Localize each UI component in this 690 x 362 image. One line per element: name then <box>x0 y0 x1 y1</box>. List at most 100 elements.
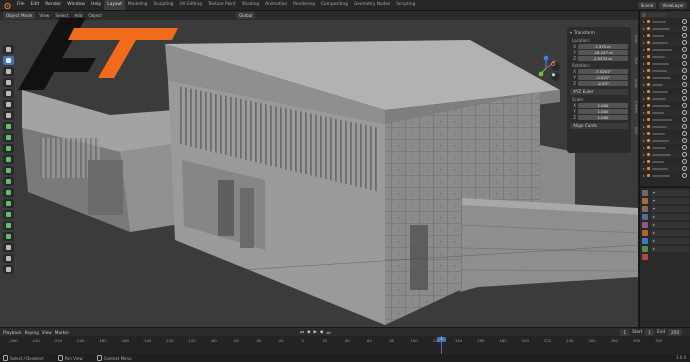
eye-icon[interactable] <box>682 173 687 178</box>
chevron-down-icon[interactable]: ▾ <box>570 30 572 35</box>
eye-icon[interactable] <box>682 124 687 129</box>
rotation-x-field[interactable]: -7.5191° <box>578 69 628 74</box>
tab-rendering[interactable]: Rendering <box>290 0 318 10</box>
outliner-row[interactable] <box>640 81 690 88</box>
poly-build-icon[interactable] <box>3 188 14 197</box>
eye-icon[interactable] <box>682 159 687 164</box>
outliner-row[interactable] <box>640 88 690 95</box>
menu-help[interactable]: Help <box>88 0 104 10</box>
eye-icon[interactable] <box>682 152 687 157</box>
outliner-row[interactable] <box>640 18 690 25</box>
knife-icon[interactable] <box>3 177 14 186</box>
tab-tool[interactable]: Tool <box>632 57 638 64</box>
prop-row[interactable]: ▾ <box>651 190 689 196</box>
outliner-row[interactable] <box>640 46 690 53</box>
menu-render[interactable]: Render <box>42 0 64 10</box>
zoom-icon[interactable] <box>551 62 560 71</box>
prop-row[interactable]: ▾ <box>651 198 689 204</box>
outliner-row[interactable] <box>640 130 690 137</box>
menu-window[interactable]: Window <box>64 0 88 10</box>
eye-icon[interactable] <box>682 54 687 59</box>
bevel-icon[interactable] <box>3 155 14 164</box>
cursor-icon[interactable] <box>3 45 14 54</box>
eye-icon[interactable] <box>682 40 687 45</box>
outliner-row[interactable] <box>640 102 690 109</box>
rotation-y-field[interactable]: -0.021° <box>578 75 628 80</box>
location-x-field[interactable]: 1.375 m <box>578 44 628 49</box>
timeline-menu-view[interactable]: View <box>42 330 52 335</box>
outliner-row[interactable] <box>640 172 690 179</box>
smooth-icon[interactable] <box>3 210 14 219</box>
outliner-row[interactable] <box>640 144 690 151</box>
tab-animation[interactable]: Animation <box>262 0 290 10</box>
eye-icon[interactable] <box>682 89 687 94</box>
eye-icon[interactable] <box>682 96 687 101</box>
rotation-mode-dropdown[interactable]: XYZ Euler <box>570 89 628 95</box>
tab-create[interactable]: Create <box>632 101 638 113</box>
eye-icon[interactable] <box>682 145 687 150</box>
scene-field[interactable]: Scene <box>637 1 657 9</box>
outliner-row[interactable] <box>640 53 690 60</box>
tab-shading[interactable]: Shading <box>239 0 262 10</box>
tab-edit[interactable]: Edit <box>632 127 638 134</box>
inset-icon[interactable] <box>3 144 14 153</box>
prop-row[interactable]: ▸ <box>651 214 689 220</box>
outliner-row[interactable] <box>640 25 690 32</box>
timeline-menu-keying[interactable]: Keying <box>25 330 39 335</box>
end-frame-field[interactable]: 250 <box>668 329 682 336</box>
scale-y-field[interactable]: 1.000 <box>578 109 628 114</box>
rip-icon[interactable] <box>3 254 14 263</box>
shrink-icon[interactable] <box>3 232 14 241</box>
extrude-icon[interactable] <box>3 133 14 142</box>
eye-icon[interactable] <box>682 61 687 66</box>
annotate-icon[interactable] <box>3 100 14 109</box>
outliner-row[interactable] <box>640 137 690 144</box>
loop-cut-icon[interactable] <box>3 166 14 175</box>
measure-icon[interactable] <box>3 111 14 120</box>
shear-icon[interactable] <box>3 243 14 252</box>
add-cube-icon[interactable] <box>3 122 14 131</box>
eye-icon[interactable] <box>682 47 687 52</box>
eye-icon[interactable] <box>682 33 687 38</box>
prop-row[interactable]: ▸ <box>651 222 689 228</box>
outliner-row[interactable] <box>640 95 690 102</box>
tab-modeling[interactable]: Modeling <box>125 0 151 10</box>
outliner-row[interactable] <box>640 60 690 67</box>
rotation-z-field[interactable]: -2.03° <box>578 81 628 86</box>
tab-texture-paint[interactable]: Texture Paint <box>205 0 239 10</box>
outliner[interactable] <box>639 11 690 186</box>
eye-icon[interactable] <box>682 68 687 73</box>
outliner-row[interactable] <box>640 123 690 130</box>
outliner-row[interactable] <box>640 67 690 74</box>
eye-icon[interactable] <box>682 75 687 80</box>
material-props-icon[interactable] <box>641 254 648 260</box>
output-props-icon[interactable] <box>641 206 648 212</box>
tab-scripting[interactable]: Scripting <box>393 0 418 10</box>
tab-view[interactable]: View <box>632 79 638 88</box>
scale-icon[interactable] <box>3 78 14 87</box>
tab-uv-editing[interactable]: UV Editing <box>177 0 205 10</box>
properties-editor[interactable]: ▾ ▾ ▾ ▸ ▸ ▸ ▸ ▸ <box>639 187 690 327</box>
filter-icon[interactable] <box>642 12 646 17</box>
outliner-search-input[interactable] <box>647 12 667 17</box>
tool-props-icon[interactable] <box>641 190 648 196</box>
modifier-props-icon[interactable] <box>641 238 648 244</box>
eye-icon[interactable] <box>682 117 687 122</box>
outliner-row[interactable] <box>640 158 690 165</box>
outliner-row[interactable] <box>640 32 690 39</box>
outliner-row[interactable] <box>640 116 690 123</box>
outliner-row[interactable] <box>640 74 690 81</box>
eye-icon[interactable] <box>682 138 687 143</box>
tab-compositing[interactable]: Compositing <box>318 0 351 10</box>
location-y-field[interactable]: -16.247 m <box>578 50 628 55</box>
data-props-icon[interactable] <box>641 246 648 252</box>
eye-icon[interactable] <box>682 26 687 31</box>
sample-icon[interactable] <box>3 265 14 274</box>
menu-edit[interactable]: Edit <box>28 0 43 10</box>
prop-row[interactable]: ▾ <box>651 206 689 212</box>
outliner-row[interactable] <box>640 109 690 116</box>
timeline-ruler[interactable]: 1 -260 -240 -220 -200 -180 -160 -140 -120 -100 -8… <box>0 336 690 354</box>
timeline-menu-playback[interactable]: Playback <box>3 330 22 335</box>
eye-icon[interactable] <box>682 103 687 108</box>
eye-icon[interactable] <box>682 131 687 136</box>
